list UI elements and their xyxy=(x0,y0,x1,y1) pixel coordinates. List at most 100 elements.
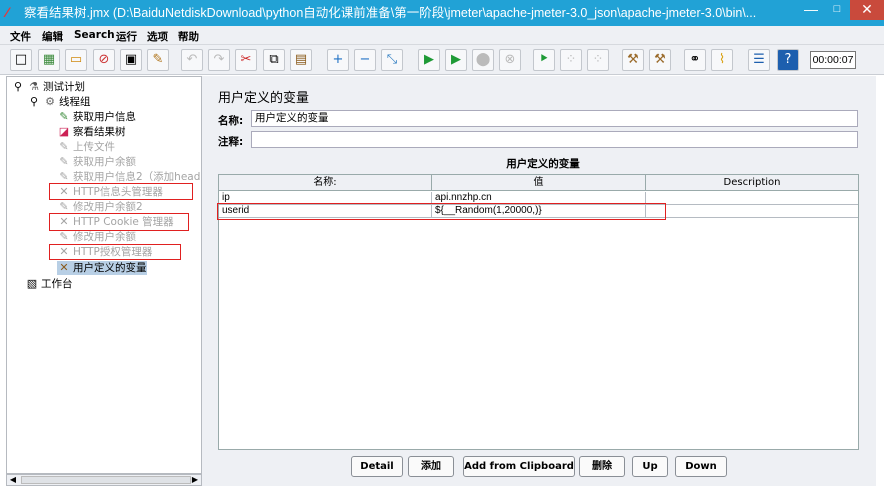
detail-button[interactable]: Detail xyxy=(351,456,403,477)
function-helper-icon[interactable]: ☰ xyxy=(748,49,770,71)
highlight-box-userid-row xyxy=(217,203,666,220)
table-caption: 用户定义的变量 xyxy=(506,158,580,170)
remote-exit-icon[interactable]: ⁘ xyxy=(587,49,609,71)
listener-chart-icon: ◪ xyxy=(58,125,70,138)
sampler-pen-icon: ✎ xyxy=(59,230,69,243)
copy-icon[interactable]: ⧉ xyxy=(263,49,285,71)
new-icon[interactable]: □ xyxy=(10,49,32,71)
tree-item-label: 修改用户余额2 xyxy=(73,201,143,213)
reset-search-broom-icon[interactable]: ⌇ xyxy=(711,49,733,71)
expand-icon[interactable]: + xyxy=(327,49,349,71)
menu-help[interactable]: 帮助 xyxy=(178,29,199,44)
cut-icon[interactable]: ✂ xyxy=(235,49,257,71)
sampler-pen-icon: ✎ xyxy=(59,200,69,213)
tree-item[interactable]: ✎ 获取用户信息 xyxy=(57,110,136,124)
tree-item-label: 获取用户信息 xyxy=(73,111,136,123)
tree-item[interactable]: ✎ 获取用户余额 xyxy=(57,155,136,169)
table-cell-description[interactable] xyxy=(646,205,858,218)
add-from-clipboard-button[interactable]: Add from Clipboard xyxy=(463,456,575,477)
close-button[interactable]: ✕ xyxy=(850,0,884,20)
tree-item-label: 上传文件 xyxy=(73,141,115,153)
jmeter-feather-icon: ⁄ xyxy=(6,4,9,20)
up-button[interactable]: Up xyxy=(632,456,668,477)
comment-field[interactable] xyxy=(251,131,858,148)
sampler-pen-icon: ✎ xyxy=(59,155,69,168)
tree-item-label: 修改用户余额 xyxy=(73,231,136,243)
workbench-icon: ▧ xyxy=(26,277,38,290)
table-cell-description[interactable] xyxy=(646,192,858,205)
stop-icon[interactable]: ⬤ xyxy=(472,49,494,71)
name-field[interactable]: 用户定义的变量 xyxy=(251,110,858,127)
name-label: 名称: xyxy=(218,115,244,127)
tree-node-thread-group[interactable]: ⚲ ⚙ 线程组 xyxy=(27,95,91,109)
tree-item[interactable]: ✎ 修改用户余额 xyxy=(57,230,136,244)
menu-search[interactable]: Search xyxy=(74,29,115,41)
add-button[interactable]: 添加 xyxy=(408,456,454,477)
tree-node-label: 工作台 xyxy=(41,278,73,290)
open-icon[interactable]: ▭ xyxy=(65,49,87,71)
shutdown-icon[interactable]: ⊗ xyxy=(499,49,521,71)
highlight-box-auth-manager xyxy=(49,244,181,260)
scroll-left-icon[interactable]: ◀ xyxy=(7,475,19,485)
close-file-icon[interactable]: ⊘ xyxy=(93,49,115,71)
toolbar: □ ▦ ▭ ⊘ ▣ ✎ ↶ ↷ ✂ ⧉ ▤ + − ⤡ ▶ ▶ ⬤ ⊗ ⯈ ⁘ … xyxy=(0,45,884,75)
toggle-icon[interactable]: ⤡ xyxy=(381,49,403,71)
clear-icon[interactable]: ⚒ xyxy=(622,49,644,71)
title-bar: ⁄ 察看结果树.jmx (D:\BaiduNetdiskDownload\pyt… xyxy=(0,0,884,26)
menu-options[interactable]: 选项 xyxy=(147,29,168,44)
comment-label: 注释: xyxy=(218,136,244,148)
save-icon[interactable]: ▣ xyxy=(120,49,142,71)
split-pane-divider[interactable] xyxy=(202,76,210,486)
undo-icon[interactable]: ↶ xyxy=(181,49,203,71)
tree-item[interactable]: ✎ 上传文件 xyxy=(57,140,115,154)
column-header-description[interactable]: Description xyxy=(646,175,858,191)
minimize-button[interactable]: — xyxy=(798,0,824,20)
paste-icon[interactable]: ▤ xyxy=(290,49,312,71)
column-header-name[interactable]: 名称: xyxy=(219,175,432,191)
test-plan-flask-icon: ⚗ xyxy=(29,80,39,93)
window-title: 察看结果树.jmx (D:\BaiduNetdiskDownload\pytho… xyxy=(24,6,757,20)
tree-item[interactable]: ◪ 察看结果树 xyxy=(57,125,126,139)
tree-node-label: 线程组 xyxy=(59,96,91,108)
scroll-right-icon[interactable]: ▶ xyxy=(189,475,201,485)
variables-table: 名称: 值 Description ip api.nnzhp.cn userid… xyxy=(217,174,859,450)
redo-icon[interactable]: ↷ xyxy=(208,49,230,71)
menu-edit[interactable]: 编辑 xyxy=(42,29,63,44)
start-icon[interactable]: ▶ xyxy=(418,49,440,71)
test-plan-tree: ⚲ ⚗ 测试计划 ⚲ ⚙ 线程组 ✎ 获取用户信息 ◪ 察看结果树 ✎ 上传文件 ✎ 获取用户余… xyxy=(6,76,202,474)
menu-file[interactable]: 文件 xyxy=(10,29,31,44)
tree-node-test-plan[interactable]: ⚲ ⚗ 测试计划 xyxy=(11,80,85,94)
tree-horizontal-scrollbar[interactable]: ◀ ▶ xyxy=(6,474,202,486)
save-as-icon[interactable]: ✎ xyxy=(147,49,169,71)
templates-icon[interactable]: ▦ xyxy=(38,49,60,71)
tree-toggle-icon[interactable]: ⚲ xyxy=(27,95,41,109)
sampler-pen-icon: ✎ xyxy=(59,170,69,183)
tree-item-label: 察看结果树 xyxy=(73,126,126,138)
table-button-row: Detail 添加 Add from Clipboard 删除 Up Down xyxy=(210,456,876,480)
remote-stop-icon[interactable]: ⁘ xyxy=(560,49,582,71)
tree-item-label: 获取用户信息2（添加header xyxy=(73,171,200,183)
tree-node-workbench[interactable]: ▧ 工作台 xyxy=(25,277,73,291)
column-header-value[interactable]: 值 xyxy=(432,175,646,191)
menu-run[interactable]: 运行 xyxy=(116,29,137,44)
maximize-button[interactable]: □ xyxy=(824,0,850,20)
tree-toggle-icon[interactable]: ⚲ xyxy=(11,80,25,94)
menu-bar: 文件 编辑 Search 运行 选项 帮助 xyxy=(0,26,884,45)
collapse-icon[interactable]: − xyxy=(354,49,376,71)
highlight-box-cookie-manager xyxy=(49,213,189,231)
tree-item-selected[interactable]: ✕ 用户定义的变量 xyxy=(57,261,147,275)
start-no-pause-icon[interactable]: ▶ xyxy=(445,49,467,71)
tree-item[interactable]: ✎ 获取用户信息2（添加header xyxy=(57,170,200,184)
tree-item[interactable]: ✎ 修改用户余额2 xyxy=(57,200,143,214)
delete-button[interactable]: 删除 xyxy=(579,456,625,477)
scrollbar-thumb[interactable] xyxy=(21,476,191,484)
clear-all-icon[interactable]: ⚒ xyxy=(649,49,671,71)
tree-node-label: 测试计划 xyxy=(43,81,85,93)
search-binoculars-icon[interactable]: ⚭ xyxy=(684,49,706,71)
remote-start-icon[interactable]: ⯈ xyxy=(533,49,555,71)
elapsed-timer: 00:00:07 xyxy=(810,51,856,69)
down-button[interactable]: Down xyxy=(675,456,727,477)
help-icon[interactable]: ? xyxy=(777,49,799,71)
tree-item-label: 获取用户余额 xyxy=(73,156,136,168)
sampler-pen-icon: ✎ xyxy=(59,110,69,123)
